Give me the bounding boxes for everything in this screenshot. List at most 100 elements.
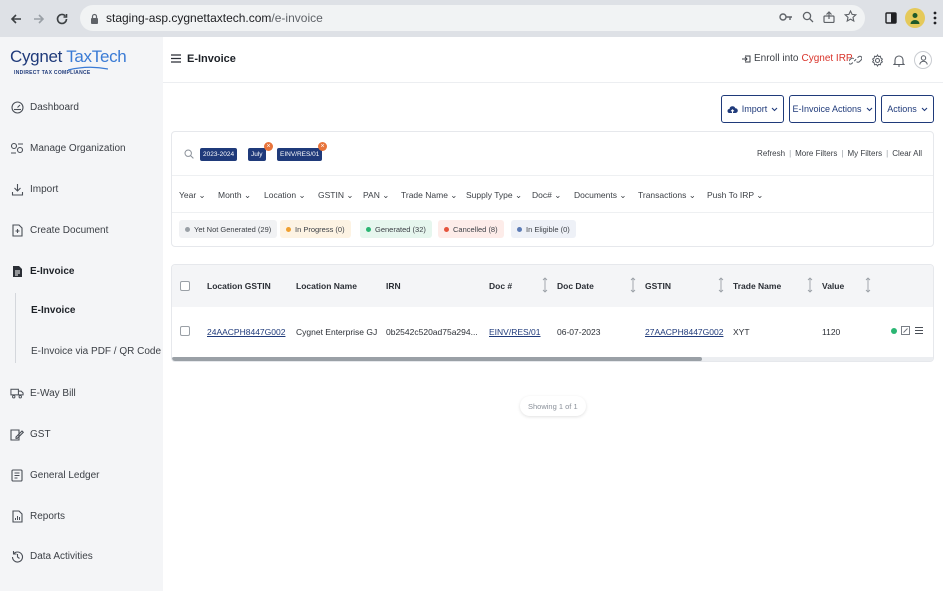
column-header-doc-no[interactable]: Doc # (489, 281, 512, 291)
column-header-value[interactable]: Value (822, 281, 844, 291)
row-menu-icon[interactable] (915, 326, 923, 335)
dropdown-gstin[interactable]: GSTIN ⌄ (318, 190, 353, 201)
share-icon[interactable] (823, 10, 835, 23)
dropdown-transactions[interactable]: Transactions ⌄ (638, 190, 696, 201)
row-checkbox[interactable] (180, 326, 190, 336)
address-bar[interactable]: staging-asp.cygnettaxtech.com/e-invoice (80, 5, 865, 31)
import-button[interactable]: Import (721, 95, 784, 123)
status-filter-row: Yet Not Generated (29) In Progress (0) G… (172, 213, 933, 248)
sidebar-item-label: Manage Organization (30, 142, 126, 154)
dropdown-doc-no[interactable]: Doc# ⌄ (532, 190, 561, 201)
bookmark-star-icon[interactable] (844, 10, 857, 23)
sidebar-item-reports[interactable]: Reports (10, 509, 65, 523)
cell-location-gstin[interactable]: 24AACPH8447G002 (207, 327, 285, 337)
filter-chip-doc[interactable]: EINV/RES/01 (277, 148, 323, 161)
sort-icon[interactable] (630, 277, 636, 293)
kebab-menu-icon[interactable] (933, 11, 937, 25)
dropdown-year[interactable]: Year ⌄ (179, 190, 206, 201)
dropdown-location[interactable]: Location ⌄ (264, 190, 306, 201)
e-invoice-actions-button[interactable]: E-Invoice Actions (789, 95, 876, 123)
status-dot (286, 226, 291, 232)
column-header-irn[interactable]: IRN (386, 281, 401, 291)
refresh-link[interactable]: Refresh (757, 149, 785, 158)
enroll-text: Enroll into (754, 53, 799, 64)
reload-icon[interactable] (52, 9, 72, 29)
actions-button[interactable]: Actions (881, 95, 934, 123)
status-label: Generated (32) (375, 224, 426, 234)
dashboard-icon (10, 100, 24, 114)
sidebar-item-e-invoice[interactable]: E-Invoice (10, 264, 74, 278)
submenu-guide-line (15, 293, 16, 363)
user-avatar[interactable] (914, 51, 932, 69)
sidepanel-icon[interactable] (885, 12, 897, 24)
column-header-doc-date[interactable]: Doc Date (557, 281, 594, 291)
dropdown-push-to-irp[interactable]: Push To IRP ⌄ (707, 190, 763, 201)
column-header-location-gstin[interactable]: Location GSTIN (207, 281, 271, 291)
dropdown-documents[interactable]: Documents ⌄ (574, 190, 626, 201)
cell-doc-no[interactable]: EINV/RES/01 (489, 327, 541, 337)
filter-chip-month[interactable]: July (248, 148, 266, 161)
sort-icon[interactable] (865, 277, 871, 293)
remove-chip-icon[interactable]: × (318, 142, 327, 151)
sort-icon[interactable] (807, 277, 813, 293)
forward-icon[interactable] (29, 9, 49, 29)
profile-avatar[interactable] (905, 8, 925, 28)
status-in-progress[interactable]: In Progress (0) (280, 220, 351, 238)
column-header-location-name[interactable]: Location Name (296, 281, 357, 291)
column-header-gstin[interactable]: GSTIN (645, 281, 671, 291)
link-icon[interactable] (849, 54, 862, 67)
sort-icon[interactable] (542, 277, 548, 293)
dropdown-supply-type[interactable]: Supply Type ⌄ (466, 190, 522, 201)
chevron-down-icon (866, 107, 873, 112)
notification-bell-icon[interactable] (893, 54, 905, 67)
dropdown-trade-name[interactable]: Trade Name ⌄ (401, 190, 457, 201)
sidebar-item-label: Data Activities (30, 550, 93, 562)
invoice-table: Location GSTIN Location Name IRN Doc # D… (171, 264, 934, 362)
hamburger-menu-icon[interactable] (171, 54, 181, 63)
sidebar-subitem-e-invoice-pdf-qr[interactable]: E-Invoice via PDF / QR Code (31, 346, 161, 357)
settings-icon[interactable] (871, 53, 884, 67)
ledger-icon (10, 468, 24, 482)
dropdown-month[interactable]: Month ⌄ (218, 190, 251, 201)
sort-icon[interactable] (718, 277, 724, 293)
status-cancelled[interactable]: Cancelled (8) (438, 220, 504, 238)
cell-trade-name: XYT (733, 327, 750, 337)
my-filters-link[interactable]: My Filters (847, 149, 882, 158)
search-icon[interactable] (184, 149, 194, 159)
clear-all-link[interactable]: Clear All (892, 149, 922, 158)
enroll-irp-link[interactable]: Enroll into Cygnet IRP (741, 53, 853, 64)
table-header: Location GSTIN Location Name IRN Doc # D… (172, 265, 933, 307)
edit-icon[interactable] (901, 326, 910, 335)
key-icon[interactable] (779, 12, 793, 22)
brand-logo[interactable]: Cygnet TaxTech INDIRECT TAX COMPLIANCE (10, 47, 127, 76)
sidebar-item-dashboard[interactable]: Dashboard (10, 100, 79, 114)
more-filters-link[interactable]: More Filters (795, 149, 837, 158)
scrollbar-thumb[interactable] (172, 357, 702, 361)
back-icon[interactable] (6, 9, 26, 29)
remove-chip-icon[interactable]: × (264, 142, 273, 151)
truck-icon (10, 386, 24, 400)
zoom-icon[interactable] (802, 11, 814, 23)
sidebar-item-import[interactable]: Import (10, 182, 58, 196)
status-in-eligible[interactable]: In Eligible (0) (511, 220, 576, 238)
column-header-trade-name[interactable]: Trade Name (733, 281, 781, 291)
table-row: 24AACPH8447G002 Cygnet Enterprise GJ 0b2… (172, 307, 933, 357)
status-yet-not-generated[interactable]: Yet Not Generated (29) (179, 220, 278, 238)
sidebar-subitem-e-invoice[interactable]: E-Invoice (31, 305, 75, 316)
sidebar-item-manage-organization[interactable]: Manage Organization (10, 141, 126, 155)
sidebar-item-create-document[interactable]: Create Document (10, 223, 108, 237)
status-generated[interactable]: Generated (32) (360, 220, 432, 238)
sidebar-item-general-ledger[interactable]: General Ledger (10, 468, 100, 482)
filter-chip-year[interactable]: 2023-2024 (200, 148, 238, 161)
sidebar-item-e-way-bill[interactable]: E-Way Bill (10, 386, 76, 400)
cell-doc-date: 06-07-2023 (557, 327, 601, 337)
dropdown-pan[interactable]: PAN ⌄ (363, 190, 389, 201)
dropdown-label: Year (179, 190, 197, 200)
brand-name: Cygnet TaxTech (10, 47, 127, 67)
sidebar-item-data-activities[interactable]: Data Activities (10, 549, 93, 563)
select-all-checkbox[interactable] (180, 281, 190, 291)
cell-gstin[interactable]: 27AACPH8447G002 (645, 327, 723, 337)
horizontal-scrollbar[interactable] (172, 357, 933, 361)
sidebar-item-gst[interactable]: GST (10, 427, 51, 441)
sidebar-item-label: E-Way Bill (30, 387, 76, 399)
